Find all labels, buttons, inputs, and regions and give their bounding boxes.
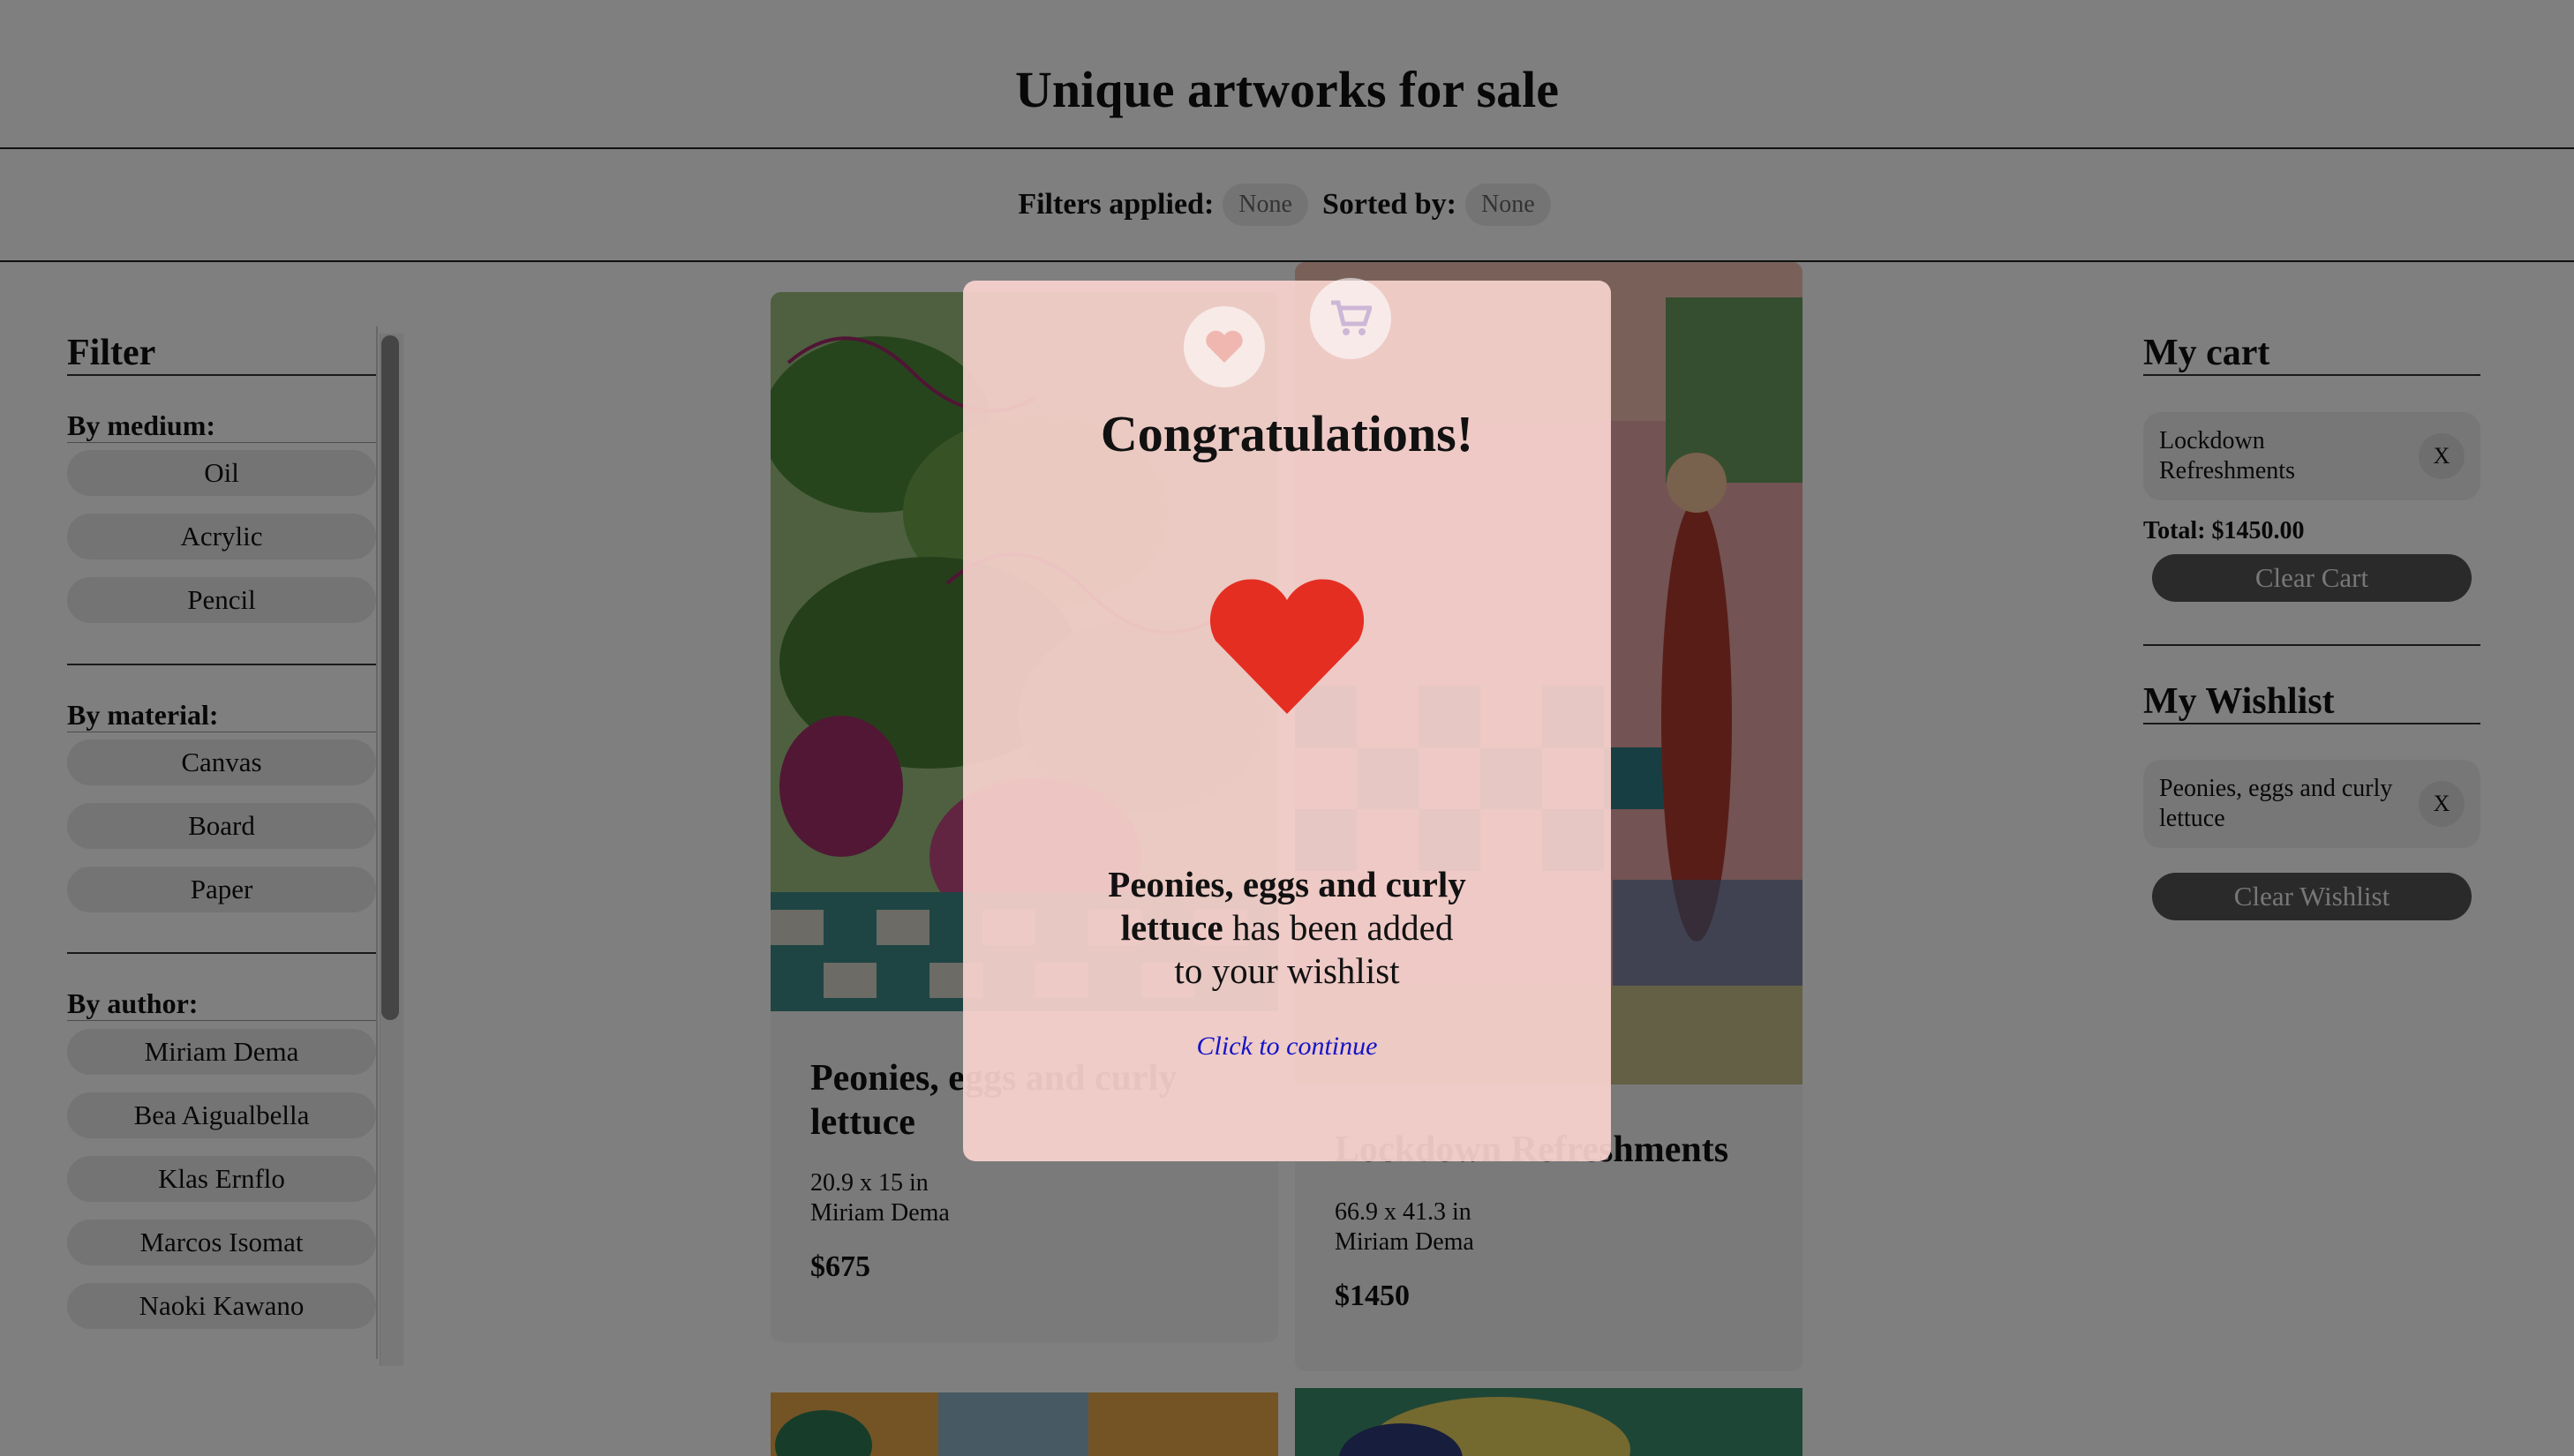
- wishlist-confirmation-modal[interactable]: Congratulations! Peonies, eggs and curly…: [963, 278, 1611, 1161]
- modal-item-name: Peonies, eggs and curly: [1108, 864, 1466, 904]
- heart-icon: [1206, 330, 1243, 363]
- modal-item-name: lettuce: [1120, 907, 1223, 948]
- modal-message: Peonies, eggs and curly lettuce has been…: [1060, 863, 1514, 993]
- wishlist-heart-button[interactable]: [1184, 306, 1265, 387]
- continue-link[interactable]: Click to continue: [963, 1032, 1611, 1062]
- cart-icon: [1331, 300, 1372, 335]
- heart-icon: [1209, 579, 1365, 714]
- modal-title: Congratulations!: [1100, 405, 1474, 462]
- modal-message-text: has been added: [1223, 907, 1454, 948]
- add-to-cart-button[interactable]: [1310, 278, 1391, 359]
- modal-message-text: to your wishlist: [1174, 950, 1400, 991]
